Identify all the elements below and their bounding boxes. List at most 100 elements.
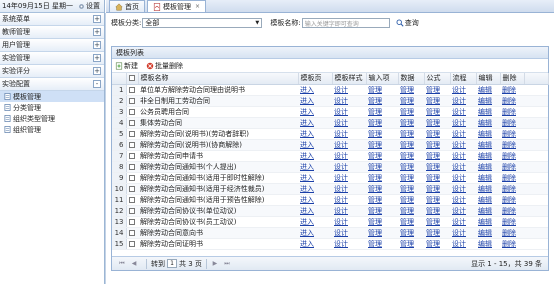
design-flow-link[interactable]: 设计 (452, 207, 466, 215)
row-checkbox[interactable] (126, 139, 138, 151)
column-header-flow[interactable]: 流程 (450, 73, 477, 85)
edit-link[interactable]: 编辑 (478, 207, 492, 215)
design-flow-link[interactable]: 设计 (452, 141, 466, 149)
first-page-button[interactable]: ⏮ (118, 260, 126, 268)
manage-data-link[interactable]: 管理 (400, 108, 414, 116)
edit-link[interactable]: 编辑 (478, 152, 492, 160)
row-checkbox[interactable] (126, 172, 138, 184)
sidebar-section-scoring[interactable]: 实验评分 + (0, 65, 104, 78)
enter-page-link[interactable]: 进入 (300, 185, 314, 193)
enter-page-link[interactable]: 进入 (300, 152, 314, 160)
table-row[interactable]: 7 解除劳动合同申请书 进入 设计 管理 管理 管理 设计 编辑 删除 (112, 150, 548, 162)
design-flow-link[interactable]: 设计 (452, 229, 466, 237)
tab-template-management[interactable]: 模板管理 × (147, 0, 207, 12)
manage-input-link[interactable]: 管理 (368, 86, 382, 94)
page-number-input[interactable]: 1 (167, 259, 177, 268)
manage-input-link[interactable]: 管理 (368, 141, 382, 149)
checkbox[interactable] (129, 130, 136, 137)
enter-page-link[interactable]: 进入 (300, 86, 314, 94)
sidebar-item-category-management[interactable]: 分类管理 (0, 102, 104, 113)
checkbox[interactable] (129, 141, 136, 148)
manage-input-link[interactable]: 管理 (368, 97, 382, 105)
manage-input-link[interactable]: 管理 (368, 196, 382, 204)
manage-formula-link[interactable]: 管理 (426, 185, 440, 193)
design-style-link[interactable]: 设计 (334, 174, 348, 182)
row-checkbox[interactable] (126, 194, 138, 206)
expand-toggle-icon[interactable]: + (93, 15, 101, 23)
design-flow-link[interactable]: 设计 (452, 152, 466, 160)
design-flow-link[interactable]: 设计 (452, 108, 466, 116)
table-row[interactable]: 15 解除劳动合同证明书 进入 设计 管理 管理 管理 设计 编辑 删除 (112, 238, 548, 250)
column-header-delete[interactable]: 删除 (500, 73, 525, 85)
edit-link[interactable]: 编辑 (478, 240, 492, 248)
expand-toggle-icon[interactable]: + (93, 67, 101, 75)
next-page-button[interactable]: ▶ (211, 260, 219, 268)
sidebar-section-config[interactable]: 实验配置 - (0, 78, 104, 91)
delete-link[interactable]: 删除 (502, 196, 516, 204)
column-header-data[interactable]: 数据 (398, 73, 425, 85)
checkbox[interactable] (129, 174, 136, 181)
row-checkbox[interactable] (126, 227, 138, 239)
manage-formula-link[interactable]: 管理 (426, 97, 440, 105)
manage-data-link[interactable]: 管理 (400, 97, 414, 105)
design-style-link[interactable]: 设计 (334, 108, 348, 116)
edit-link[interactable]: 编辑 (478, 119, 492, 127)
manage-data-link[interactable]: 管理 (400, 130, 414, 138)
manage-data-link[interactable]: 管理 (400, 119, 414, 127)
edit-link[interactable]: 编辑 (478, 174, 492, 182)
manage-formula-link[interactable]: 管理 (426, 86, 440, 94)
table-row[interactable]: 1 单位单方解除劳动合同理由说明书 进入 设计 管理 管理 管理 设计 编辑 删除 (112, 84, 548, 96)
row-checkbox[interactable] (126, 84, 138, 96)
delete-link[interactable]: 删除 (502, 163, 516, 171)
tab-home[interactable]: 首页 (109, 0, 145, 12)
enter-page-link[interactable]: 进入 (300, 108, 314, 116)
manage-input-link[interactable]: 管理 (368, 229, 382, 237)
new-button[interactable]: 新建 (115, 61, 138, 71)
manage-formula-link[interactable]: 管理 (426, 196, 440, 204)
column-header-input[interactable]: 输入项 (366, 73, 399, 85)
category-select[interactable]: 全部 ▼ (142, 18, 263, 28)
manage-data-link[interactable]: 管理 (400, 185, 414, 193)
enter-page-link[interactable]: 进入 (300, 119, 314, 127)
delete-link[interactable]: 删除 (502, 130, 516, 138)
column-header-formula[interactable]: 公式 (424, 73, 451, 85)
column-header-name[interactable]: 模板名称 (138, 73, 299, 85)
table-row[interactable]: 13 解除劳动合同协议书(员工动议) 进入 设计 管理 管理 管理 设计 编辑 删除 (112, 216, 548, 228)
collapse-toggle-icon[interactable]: - (93, 80, 101, 88)
enter-page-link[interactable]: 进入 (300, 97, 314, 105)
sidebar-item-org-management[interactable]: 组织管理 (0, 124, 104, 135)
design-style-link[interactable]: 设计 (334, 207, 348, 215)
checkbox[interactable] (129, 152, 136, 159)
checkbox[interactable] (129, 108, 136, 115)
manage-input-link[interactable]: 管理 (368, 185, 382, 193)
manage-data-link[interactable]: 管理 (400, 229, 414, 237)
sidebar-item-template-management[interactable]: 模板管理 (0, 91, 104, 102)
row-checkbox[interactable] (126, 216, 138, 228)
delete-link[interactable]: 删除 (502, 185, 516, 193)
checkbox[interactable] (129, 86, 136, 93)
row-checkbox[interactable] (126, 161, 138, 173)
sidebar-section-system-menu[interactable]: 系统菜单 + (0, 13, 104, 26)
manage-formula-link[interactable]: 管理 (426, 152, 440, 160)
design-style-link[interactable]: 设计 (334, 218, 348, 226)
manage-formula-link[interactable]: 管理 (426, 130, 440, 138)
table-row[interactable]: 2 非全日制用工劳动合同 进入 设计 管理 管理 管理 设计 编辑 删除 (112, 95, 548, 107)
query-button[interactable]: 查询 (396, 18, 419, 28)
checkbox[interactable] (129, 97, 136, 104)
last-page-button[interactable]: ⏭ (223, 260, 231, 268)
design-style-link[interactable]: 设计 (334, 97, 348, 105)
design-style-link[interactable]: 设计 (334, 185, 348, 193)
row-checkbox[interactable] (126, 205, 138, 217)
enter-page-link[interactable]: 进入 (300, 130, 314, 138)
design-flow-link[interactable]: 设计 (452, 119, 466, 127)
edit-link[interactable]: 编辑 (478, 97, 492, 105)
delete-link[interactable]: 删除 (502, 174, 516, 182)
manage-input-link[interactable]: 管理 (368, 152, 382, 160)
design-flow-link[interactable]: 设计 (452, 86, 466, 94)
table-row[interactable]: 14 解除劳动合同意向书 进入 设计 管理 管理 管理 设计 编辑 删除 (112, 227, 548, 239)
row-checkbox[interactable] (126, 150, 138, 162)
checkbox[interactable] (129, 163, 136, 170)
design-style-link[interactable]: 设计 (334, 196, 348, 204)
manage-data-link[interactable]: 管理 (400, 141, 414, 149)
row-checkbox[interactable] (126, 95, 138, 107)
